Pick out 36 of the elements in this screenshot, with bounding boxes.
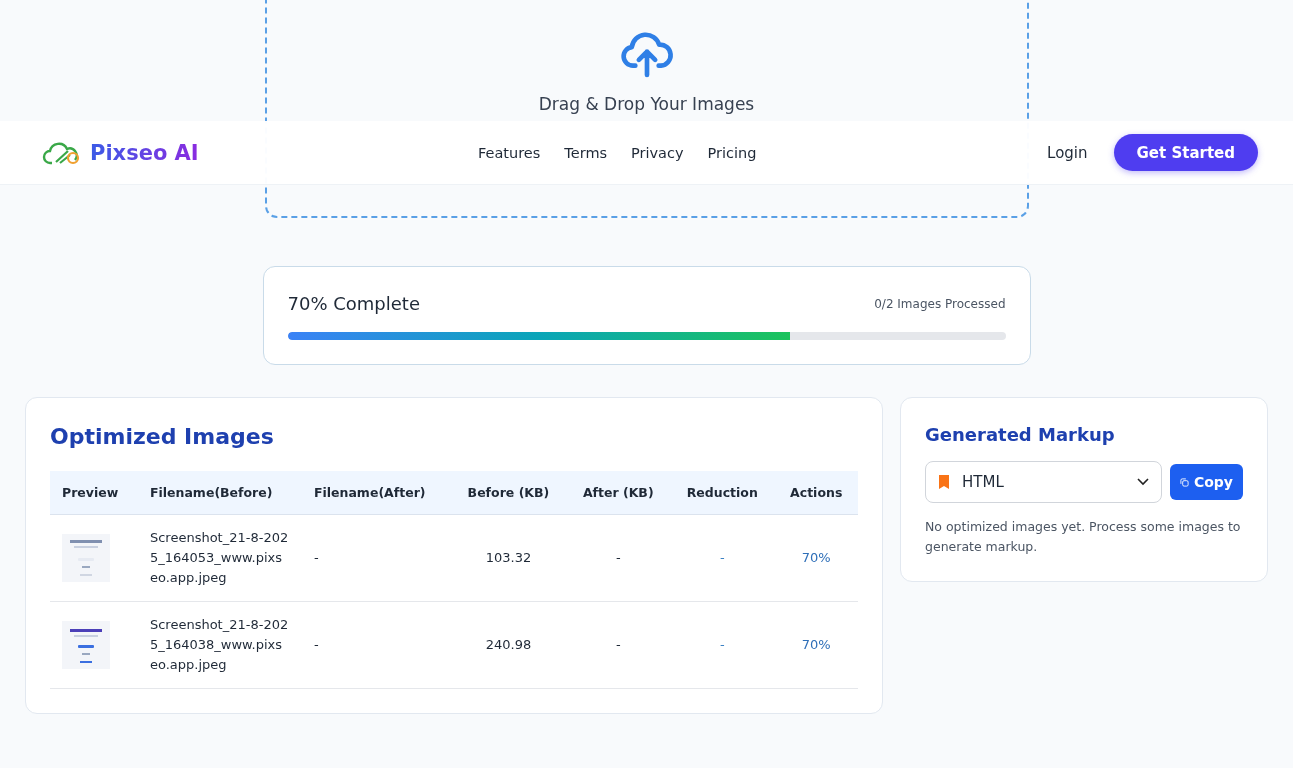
- table-cell: -: [719, 550, 725, 565]
- empty-message: No optimized images yet. Process some images to generate markup.: [925, 518, 1242, 556]
- table-cell: 240.98: [485, 637, 532, 652]
- progress-count: 0/2 Images Processed: [874, 296, 1006, 311]
- copy-button[interactable]: Copy: [1169, 464, 1243, 500]
- table-cell: -: [313, 550, 319, 565]
- column-header: Actions: [774, 471, 858, 515]
- format-select[interactable]: HTML: [925, 461, 1162, 503]
- action-link[interactable]: 70%: [801, 637, 831, 652]
- get-started-button[interactable]: Get Started: [1113, 134, 1258, 171]
- table-cell: -: [615, 550, 621, 565]
- nav-link[interactable]: Privacy: [631, 144, 684, 161]
- table-cell: -: [313, 637, 319, 652]
- column-header: Preview: [50, 471, 138, 515]
- chevron-down-icon: [1136, 478, 1149, 486]
- column-header: Filename(Before): [137, 471, 302, 515]
- dropzone-title: Drag & Drop Your Images: [538, 94, 755, 114]
- table-cell: Screenshot_21-8-2025_164038_www.pixseo.app.jpeg: [149, 617, 289, 672]
- login-link[interactable]: Login: [1047, 143, 1088, 162]
- nav-link[interactable]: Features: [478, 144, 541, 161]
- column-header: Before (KB): [450, 471, 567, 515]
- copy-icon: [1179, 477, 1189, 487]
- card-title: Generated Markup: [925, 424, 1116, 445]
- nav-link[interactable]: Pricing: [707, 144, 757, 161]
- column-header: After (KB): [566, 471, 671, 515]
- bookmark-icon: [938, 474, 950, 490]
- table-cell: Screenshot_21-8-2025_164053_www.pixseo.app.jpeg: [149, 530, 289, 585]
- table-cell: -: [719, 637, 725, 652]
- table-cell: -: [615, 637, 621, 652]
- progress-label: 70% Complete: [287, 293, 420, 314]
- column-header: Reduction: [670, 471, 775, 515]
- card-title: Optimized Images: [50, 424, 275, 449]
- column-header: Filename(After): [301, 471, 451, 515]
- table-cell: 103.32: [485, 550, 532, 565]
- action-link[interactable]: 70%: [801, 550, 831, 565]
- nav-link[interactable]: Terms: [564, 144, 608, 161]
